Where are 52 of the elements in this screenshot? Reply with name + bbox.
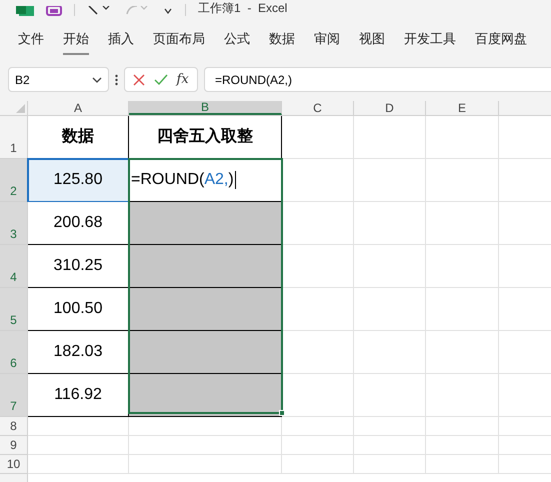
table-cell: 125.80 <box>28 159 129 202</box>
save-icon[interactable] <box>46 6 62 16</box>
empty-cell <box>354 116 426 159</box>
row-header[interactable]: 2 <box>0 159 28 202</box>
empty-cell <box>282 455 354 474</box>
formula-field[interactable]: =ROUND(A2,) <box>204 67 551 92</box>
column-header[interactable]: B <box>129 101 282 115</box>
chevron-down-icon <box>92 76 102 82</box>
empty-cell <box>354 374 426 417</box>
ribbon-tab[interactable]: 数据 <box>269 25 295 55</box>
ribbon-tab[interactable]: 审阅 <box>314 25 340 55</box>
check-icon[interactable] <box>154 74 168 86</box>
window-title: 工作簿1 - Excel <box>198 1 288 16</box>
table-cell: 数据 <box>28 116 129 159</box>
name-box[interactable]: B2 <box>8 67 109 92</box>
cancel-icon[interactable] <box>133 74 146 86</box>
text-cursor <box>234 171 236 189</box>
empty-cell <box>354 245 426 288</box>
ribbon-tab[interactable]: 公式 <box>224 25 250 55</box>
empty-cell <box>354 202 426 245</box>
ribbon-tab[interactable]: 插入 <box>108 25 134 55</box>
row-header[interactable]: 8 <box>0 417 28 436</box>
empty-cell <box>282 436 354 455</box>
row-header[interactable]: 10 <box>0 455 28 474</box>
row-header[interactable]: 9 <box>0 436 28 455</box>
ribbon-tab[interactable]: 开发工具 <box>404 25 456 55</box>
row-header[interactable]: 6 <box>0 331 28 374</box>
empty-cell <box>354 455 426 474</box>
fill-handle[interactable] <box>279 410 285 416</box>
column-header[interactable]: C <box>282 101 354 115</box>
spreadsheet-app-icon <box>16 6 34 16</box>
column-header[interactable]: D <box>354 101 426 115</box>
row-header[interactable]: 5 <box>0 288 28 331</box>
ribbon-tab[interactable]: 开始 <box>63 25 89 55</box>
row-header[interactable]: 7 <box>0 374 28 417</box>
ribbon-tab[interactable]: 百度网盘 <box>475 25 527 55</box>
empty-cell <box>354 417 426 436</box>
insert-function-button[interactable]: fx <box>176 70 189 90</box>
row-header[interactable]: 1 <box>0 116 28 159</box>
ribbon-tab[interactable]: 视图 <box>359 25 385 55</box>
row-header[interactable]: 4 <box>0 245 28 288</box>
empty-cell <box>282 417 354 436</box>
ribbon-tab[interactable]: 文件 <box>18 25 44 55</box>
empty-cell <box>354 436 426 455</box>
empty-cell <box>354 331 426 374</box>
column-header[interactable]: E <box>426 101 499 115</box>
row-header[interactable]: 3 <box>0 202 28 245</box>
empty-cell <box>354 159 426 202</box>
more-options-icon[interactable] <box>115 74 118 86</box>
ribbon-tab[interactable]: 页面布局 <box>153 25 205 55</box>
empty-cell <box>354 288 426 331</box>
dropdown-icon[interactable] <box>163 8 173 16</box>
